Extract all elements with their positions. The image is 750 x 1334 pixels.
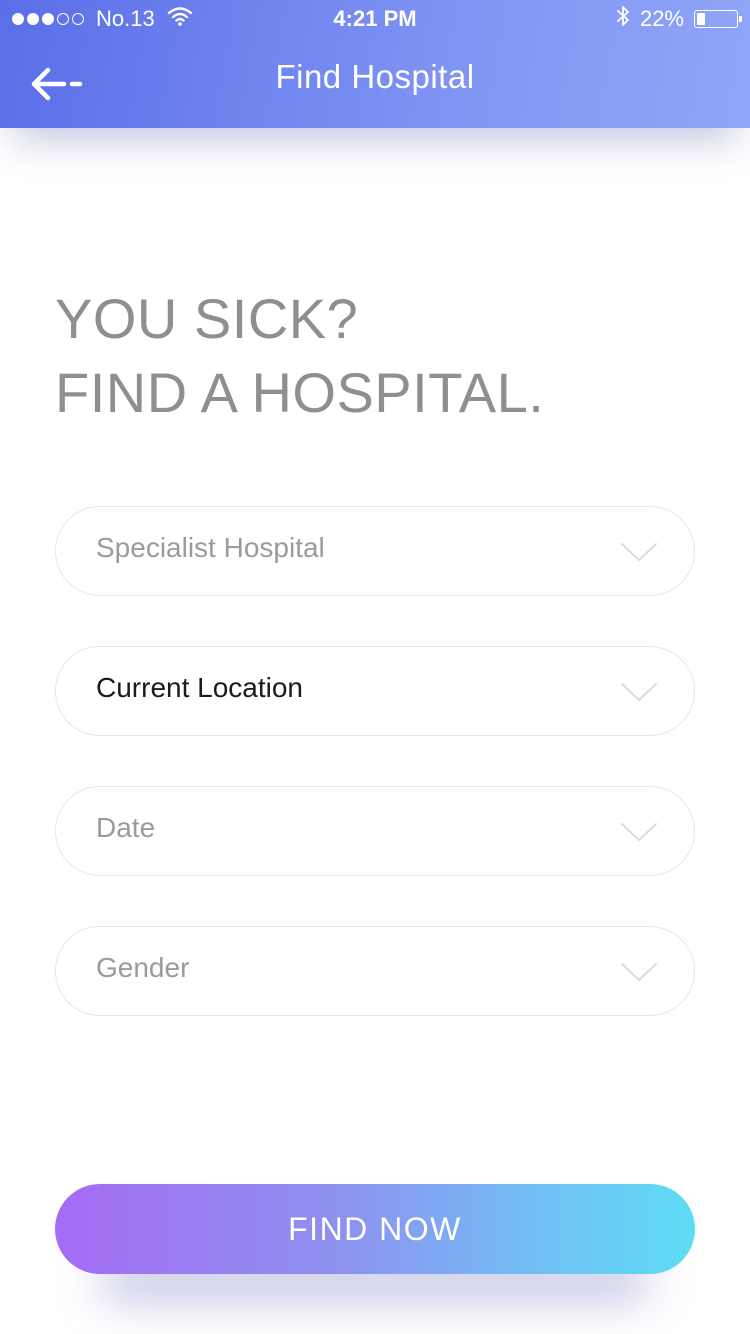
page-title: Find Hospital [275, 58, 475, 95]
status-right: 22% [616, 4, 742, 34]
specialist-hospital-dropdown[interactable]: Specialist Hospital [55, 506, 695, 596]
dropdown-value: Specialist Hospital [96, 532, 325, 563]
chevron-down-icon [621, 683, 657, 701]
find-now-button[interactable]: FIND NOW [55, 1184, 695, 1274]
dropdown-value: Gender [96, 952, 190, 983]
nav-bar: Find Hospital [0, 40, 750, 128]
battery-level [697, 13, 705, 25]
headline-line-1: YOU SICK? [55, 287, 359, 350]
battery-tip [739, 16, 742, 22]
headline: YOU SICK? FIND A HOSPITAL. [55, 282, 544, 430]
dropdown-value: Current Location [96, 672, 304, 703]
bluetooth-icon [616, 4, 630, 34]
chevron-down-icon [621, 543, 657, 561]
location-dropdown[interactable]: Current Location [55, 646, 695, 736]
date-dropdown[interactable]: Date [55, 786, 695, 876]
chevron-down-icon [621, 823, 657, 841]
battery-percentage: 22% [639, 6, 684, 31]
find-hospital-screen: No.13 4:21 PM 22% Find Hospital YOU SICK… [0, 0, 750, 1334]
dropdown-value: Date [96, 812, 156, 843]
gender-dropdown[interactable]: Gender [55, 926, 695, 1016]
app-header: No.13 4:21 PM 22% Find Hospital [0, 0, 750, 128]
chevron-down-icon [621, 963, 657, 981]
battery-icon [694, 10, 742, 28]
status-bar: No.13 4:21 PM 22% [0, 0, 750, 40]
headline-line-2: FIND A HOSPITAL. [55, 361, 545, 424]
